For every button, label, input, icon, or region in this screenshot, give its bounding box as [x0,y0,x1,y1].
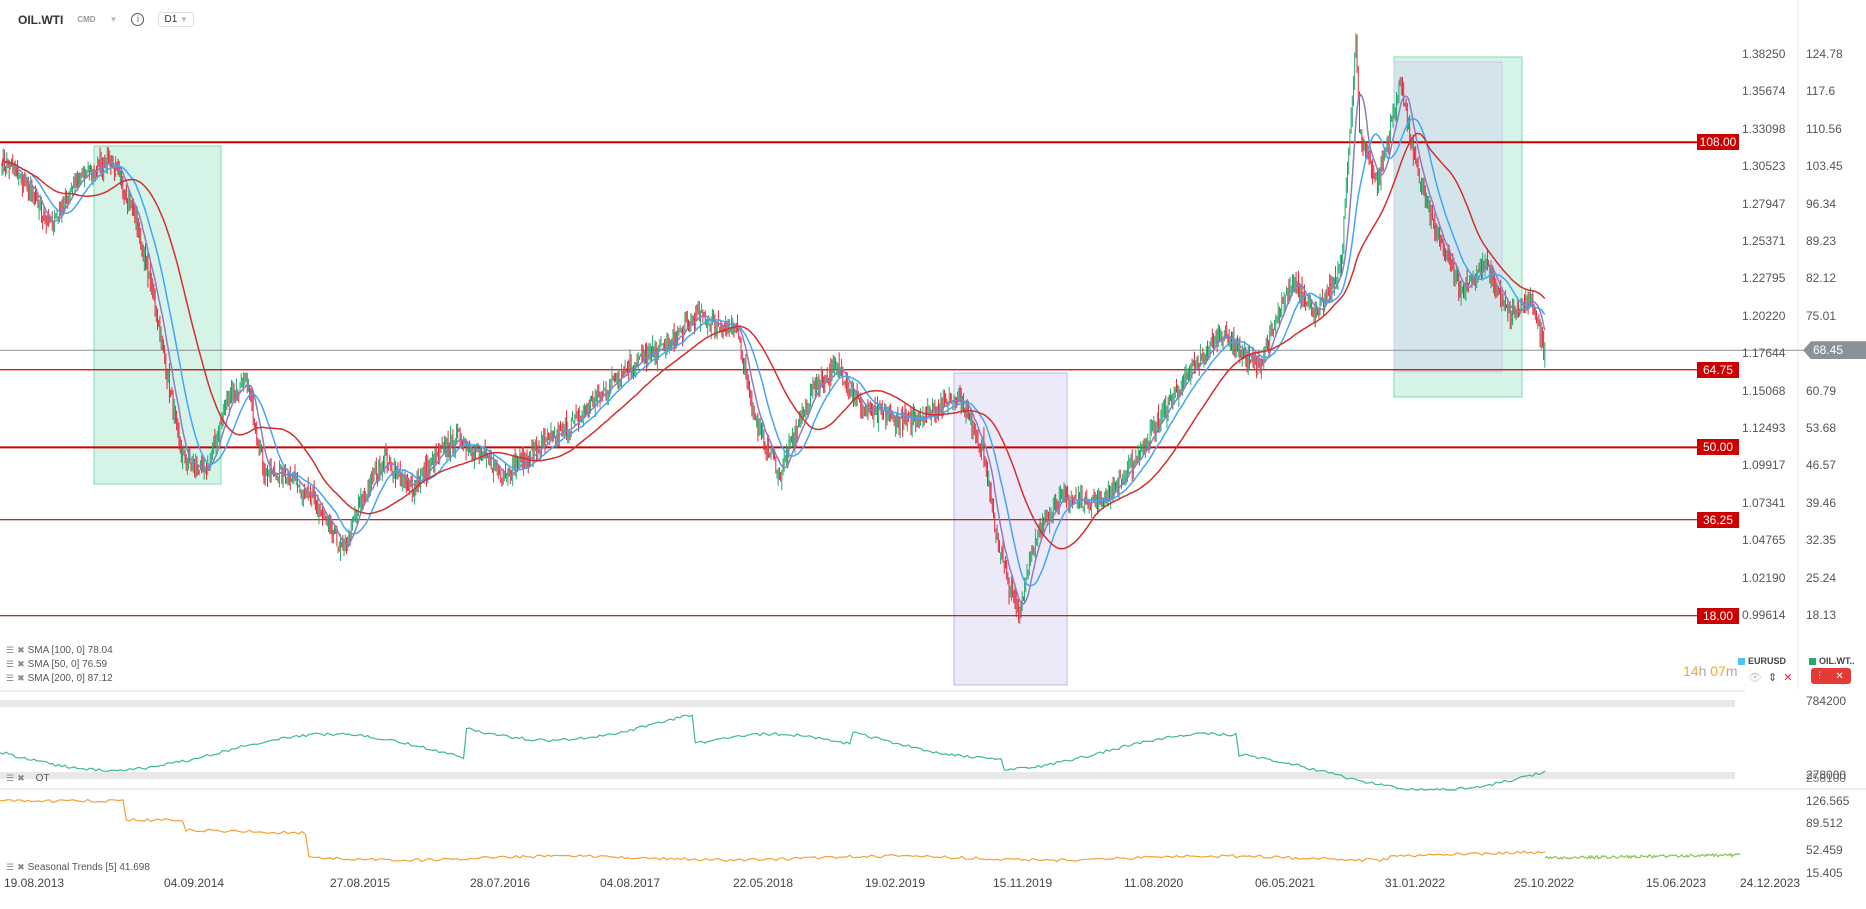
eurusd-axis-label: 1.30523 [1742,159,1786,174]
sma-long-line [1,132,1546,550]
eurusd-axis-label: 1.09917 [1742,458,1786,473]
x-axis-label: 15.06.2023 [1646,876,1707,890]
indicator-legend-3[interactable]: ☰ ✖ SMA [200, 0] 87.12 [6,673,113,684]
list-icon[interactable]: ☰ [6,645,14,656]
level-label[interactable]: 64.75 [1697,361,1739,378]
eurusd-axis-label: 1.12493 [1742,421,1786,435]
eurusd-axis-label: 1.25371 [1742,234,1786,248]
x-axis-label: 27.08.2015 [330,876,391,890]
price-axis-label: 124.78 [1806,47,1843,61]
ot-axis-label: 784200 [1806,694,1847,708]
eurusd-axis-label: 0.99614 [1742,608,1786,622]
panel1-legend[interactable]: ☰ ✖ OT [6,773,50,784]
x-axis-label: 15.11.2019 [993,876,1053,890]
eurusd-axis-label: 1.22795 [1742,271,1786,286]
series-legend-oil[interactable]: OIL.WT.. [1809,656,1855,666]
seasonal-axis-label: 126.565 [1806,794,1850,808]
list-icon[interactable]: ☰ [6,673,14,684]
price-axis-label: 18.13 [1806,608,1837,622]
price-axis-label: 25.24 [1806,570,1837,585]
price-axis-label: 117.6 [1806,84,1836,99]
panel-band [0,772,1735,779]
eurusd-axis-label: 1.38250 [1742,47,1786,61]
x-axis-label: 06.05.2021 [1255,876,1316,890]
eurusd-axis-label: 1.02190 [1742,570,1786,585]
eurusd-axis-label: 1.33098 [1742,121,1786,136]
list-icon[interactable]: ☰ [6,659,14,670]
x-axis-label: 19.08.2013 [4,876,65,890]
price-axis-label: 46.57 [1806,458,1837,473]
list-icon[interactable]: ☰ [6,773,14,784]
level-label[interactable]: 108.00 [1697,134,1739,151]
x-axis-label: 19.02.2019 [865,876,926,890]
seasonal-line [0,798,1546,863]
ot-axis-label: 258100 [1806,771,1847,785]
price-axis-label: 89.23 [1806,234,1837,248]
price-axis-label: 32.35 [1806,533,1837,548]
price-axis-label: 75.01 [1806,308,1837,323]
sma-mid-line [1,118,1546,587]
x-axis-label: 22.05.2018 [733,876,794,890]
close-icon[interactable]: ✖ [17,773,25,784]
panel-band [0,700,1735,707]
x-axis-label: 04.09.2014 [164,876,225,890]
level-label[interactable]: 36.25 [1697,511,1739,528]
level-label[interactable]: 50.00 [1697,439,1739,456]
eurusd-axis-label: 1.04765 [1742,533,1786,548]
close-icon[interactable]: ✕ [1835,671,1843,682]
close-icon[interactable]: ✖ [17,645,25,656]
eurusd-axis-label: 1.15068 [1742,383,1786,398]
panel2-legend[interactable]: ☰ ✖ Seasonal Trends [5] 41.698 [6,862,150,873]
seasonal-axis-label: 89.512 [1806,816,1843,830]
current-price-label: 68.45 [1803,341,1866,360]
price-axis-label: 82.12 [1806,271,1837,286]
eye-icon[interactable]: 👁 [1748,671,1762,684]
bar-countdown: 14h 07m [1683,663,1738,679]
candlestick-icon[interactable]: ⫶ [1818,671,1821,682]
close-icon[interactable]: ✖ [17,673,25,684]
seasonal-forecast-line [1544,852,1741,861]
price-axis-label: 110.56 [1806,121,1842,136]
eurusd-axis-label: 1.07341 [1742,495,1786,510]
close-icon[interactable]: ✖ [17,659,25,670]
eurusd-axis-label: 1.17644 [1742,346,1786,361]
color-swatch [1809,657,1816,665]
x-axis-label: 28.07.2016 [470,876,531,890]
seasonal-axis-label: 52.459 [1806,843,1843,857]
eurusd-axis-label: 1.35674 [1742,84,1786,99]
eurusd-axis-label: 1.27947 [1742,196,1786,211]
list-icon[interactable]: ☰ [6,862,14,873]
price-chart[interactable] [0,0,1866,909]
x-axis-label: 25.10.2022 [1514,876,1575,890]
indicator-legend-2[interactable]: ☰ ✖ SMA [50, 0] 76.59 [6,659,107,670]
x-axis-label: 11.08.2020 [1124,876,1184,890]
x-axis-label: 04.08.2017 [600,876,661,890]
price-axis-label: 53.68 [1806,421,1837,435]
x-axis-label: 31.01.2022 [1385,876,1446,890]
indicator-legend-1[interactable]: ☰ ✖ SMA [100, 0] 78.04 [6,645,113,656]
close-icon[interactable]: ✕ [1783,671,1792,684]
series-controls[interactable]: ⫶ ✕ [1811,668,1851,684]
seasonal-axis-label: 15.405 [1806,866,1843,880]
price-axis-label: 60.79 [1806,383,1837,398]
sma-short-line [1,93,1546,606]
color-swatch [1738,657,1745,665]
close-icon[interactable]: ✖ [17,862,25,873]
x-axis-label: 24.12.2023 [1740,876,1801,890]
level-label[interactable]: 18.00 [1697,607,1739,624]
price-axis-label: 103.45 [1806,159,1843,174]
series-legend-eurusd[interactable]: EURUSD [1738,656,1786,666]
price-axis-label: 39.46 [1806,495,1837,510]
eurusd-axis-label: 1.20220 [1742,308,1786,323]
price-axis-label: 96.34 [1806,196,1837,211]
move-icon[interactable]: ⇕ [1768,671,1777,684]
